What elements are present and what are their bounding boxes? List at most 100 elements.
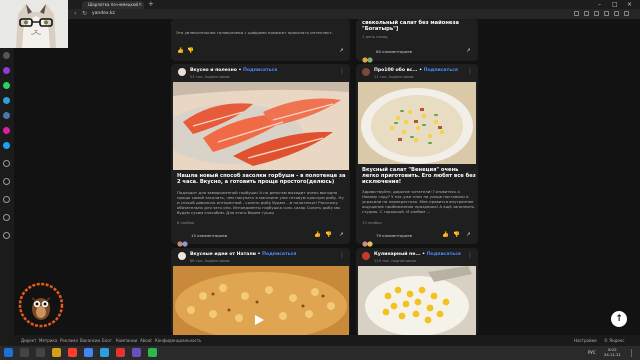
card-date: 13 ноября — [362, 221, 382, 225]
app-icon[interactable] — [132, 348, 141, 357]
yandex-footer: Директ Метрика Реклама Вакансии Блог Ком… — [14, 335, 640, 346]
scroll-up-button[interactable]: ↑ — [611, 311, 627, 327]
sidebar-download-icon[interactable] — [3, 214, 10, 221]
card-date: 1 день назад — [362, 35, 388, 39]
show-desktop-button[interactable] — [631, 349, 637, 357]
card-date: 8 ноября — [177, 221, 195, 225]
profile-icon[interactable] — [604, 11, 609, 16]
corn-image[interactable] — [358, 266, 476, 336]
card-snippet: Эта увлекательная головоломка с цифрами … — [176, 30, 334, 35]
author-avatar[interactable] — [178, 252, 186, 260]
channel-owl-logo — [18, 282, 64, 328]
app-icon[interactable] — [116, 348, 125, 357]
task-view-icon[interactable] — [20, 348, 29, 357]
copyright: © Яндекс — [604, 338, 625, 343]
author-name[interactable]: Вкусно и полезно • Подписаться — [190, 68, 277, 73]
like-icon[interactable]: 👍 — [314, 232, 321, 238]
footer-link[interactable]: Метрика — [39, 335, 57, 346]
more-options-icon[interactable]: ⋮ — [467, 252, 473, 259]
footer-link[interactable]: Блог — [102, 335, 112, 346]
clock-date: 24.11.21 — [604, 352, 621, 357]
url-field[interactable]: yandex.kz — [92, 9, 115, 19]
footer-link[interactable]: Реклама — [60, 335, 78, 346]
downloads-icon[interactable] — [594, 11, 599, 16]
like-icon[interactable]: 👍 — [177, 48, 184, 54]
tab-close-icon[interactable]: × — [138, 1, 142, 9]
salad-image[interactable] — [358, 82, 476, 164]
start-icon[interactable] — [4, 348, 13, 357]
subscribe-link[interactable]: Подписаться — [427, 252, 461, 257]
more-options-icon[interactable]: ⋮ — [339, 252, 345, 259]
commenter-avatars — [362, 232, 374, 247]
like-icon[interactable]: 👍 — [442, 232, 449, 238]
more-options-icon[interactable]: ⋮ — [467, 68, 473, 75]
maximize-icon[interactable]: □ — [612, 0, 618, 9]
comments-count[interactable]: 80 комментариев — [376, 49, 412, 54]
close-window-icon[interactable]: × — [627, 0, 632, 9]
chrome-icon[interactable] — [84, 348, 93, 357]
commenter-avatars — [362, 48, 374, 63]
salmon-image[interactable] — [163, 82, 349, 170]
author-subscribers: 66 тыс. подписчиков — [190, 259, 230, 263]
sidebar-play-icon[interactable] — [3, 178, 10, 185]
subscribe-link[interactable]: Подписаться — [243, 68, 277, 73]
subscribe-link[interactable]: Подписаться — [424, 68, 458, 73]
dislike-icon[interactable]: 👎 — [187, 48, 194, 54]
telegram-icon[interactable] — [100, 348, 109, 357]
author-avatar[interactable] — [178, 68, 186, 76]
more-options-icon[interactable]: ⋮ — [339, 68, 345, 75]
share-icon[interactable]: ↗ — [466, 232, 471, 238]
share-icon[interactable]: ↗ — [466, 48, 471, 54]
app-icon[interactable] — [148, 348, 157, 357]
language-indicator[interactable]: РУС — [588, 348, 596, 358]
settings-link[interactable]: Настройки — [574, 335, 597, 346]
author-name[interactable]: Вкусные идеи от Натали • Подписаться — [190, 252, 296, 257]
card-title[interactable]: свекольный салат без майонеза "Богатырь"… — [362, 20, 474, 32]
new-tab-icon[interactable]: + — [148, 0, 154, 9]
card-title[interactable]: Нашла новый способ засолки горбуши - в п… — [177, 173, 347, 185]
author-avatar[interactable] — [362, 252, 370, 260]
sidebar-telegram-icon[interactable] — [3, 97, 10, 104]
sidebar-settings-icon[interactable] — [3, 232, 10, 239]
dislike-icon[interactable]: 👎 — [453, 232, 460, 238]
sidebar-whatsapp-icon[interactable] — [3, 82, 10, 89]
footer-link[interactable]: Компании — [116, 335, 137, 346]
sidebar-vk-icon[interactable] — [3, 112, 10, 119]
sidebar-messenger-icon[interactable] — [3, 67, 10, 74]
footer-link[interactable]: About — [140, 335, 152, 346]
author-name[interactable]: Про100 обо вс... • Подписаться — [374, 68, 458, 73]
video-play-icon[interactable] — [253, 311, 265, 325]
sidebar-twitter-icon[interactable] — [3, 142, 10, 149]
share-icon[interactable]: ↗ — [339, 232, 344, 238]
subscribe-link[interactable]: Подписаться — [262, 252, 296, 257]
card-title[interactable]: Вкусный салат "Венеция" очень легко приг… — [362, 167, 476, 186]
history-icon[interactable] — [624, 11, 629, 16]
menu-icon[interactable] — [614, 11, 619, 16]
search-icon[interactable] — [36, 348, 45, 357]
yandex-browser-icon[interactable] — [68, 348, 77, 357]
commenter-avatars — [177, 232, 189, 247]
author-subscribers: 119 тыс. подписчиков — [374, 259, 416, 263]
author-avatar[interactable] — [362, 68, 370, 76]
share-icon[interactable]: ↗ — [339, 48, 344, 54]
extensions-icon[interactable] — [584, 11, 589, 16]
footer-link[interactable]: Вакансии — [80, 335, 100, 346]
clock[interactable]: 8:22 24.11.21 — [604, 347, 621, 357]
comments-count[interactable]: 79 комментариев — [376, 233, 412, 238]
reload-icon[interactable]: ↻ — [82, 9, 87, 19]
dislike-icon[interactable]: 👎 — [325, 232, 332, 238]
author-subscribers: 11 тыс. подписчиков — [374, 75, 414, 79]
sidebar-add-icon[interactable] — [3, 160, 10, 167]
bookmark-icon[interactable] — [574, 11, 579, 16]
sidebar-home-icon[interactable] — [3, 52, 10, 59]
footer-link[interactable]: Директ — [21, 335, 36, 346]
comments-count[interactable]: 15 комментариев — [191, 233, 227, 238]
sidebar-instagram-icon[interactable] — [3, 127, 10, 134]
explorer-icon[interactable] — [52, 348, 61, 357]
browser-tab[interactable]: Шарлотка по-немецкой — [82, 1, 144, 9]
footer-link[interactable]: Конфиденциальность — [155, 335, 201, 346]
sidebar-clock-icon[interactable] — [3, 196, 10, 203]
minimize-icon[interactable]: – — [598, 0, 601, 9]
author-name[interactable]: Кулинарный пе... • Подписаться — [374, 252, 461, 257]
back-icon[interactable]: ‹ — [74, 9, 76, 19]
